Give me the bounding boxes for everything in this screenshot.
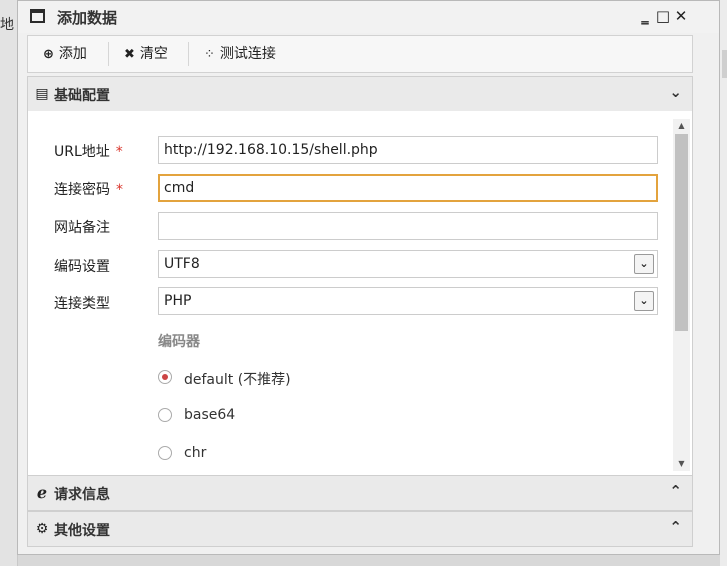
chevron-down-icon: ⌄	[669, 83, 682, 101]
ie-icon: ℯ	[36, 483, 48, 502]
spinner-icon: ⁘	[204, 47, 215, 62]
clear-button[interactable]: ✖ 清空	[124, 36, 168, 72]
chevron-down-icon[interactable]: ⌄	[634, 291, 654, 311]
background-text: 地	[0, 17, 14, 33]
chevron-up-icon: ⌃	[669, 518, 682, 536]
test-connection-button[interactable]: ⁘ 测试连接	[204, 36, 276, 72]
section-basic-config-header[interactable]: ▤ 基础配置 ⌄	[27, 76, 693, 112]
encoding-label: 编码设置	[54, 259, 110, 275]
encoder-option-label: default (不推荐)	[184, 372, 291, 388]
clear-button-label: 清空	[139, 46, 168, 62]
plus-circle-icon: ⊕	[43, 47, 54, 62]
scroll-up-icon[interactable]: ▲	[673, 119, 690, 133]
note-label: 网站备注	[54, 220, 110, 236]
test-connection-label: 测试连接	[219, 46, 276, 62]
encoding-value: UTF8	[164, 256, 200, 272]
chevron-down-icon[interactable]: ⌄	[634, 254, 654, 274]
minimize-button[interactable]: ‗	[636, 6, 654, 26]
encoding-select[interactable]: UTF8 ⌄	[158, 250, 658, 278]
add-button-label: 添加	[58, 46, 87, 62]
password-label: 连接密码 *	[54, 182, 123, 198]
type-label: 连接类型	[54, 296, 110, 312]
required-mark: *	[115, 144, 123, 160]
background-panel-right	[720, 0, 727, 566]
section-request-info-label: 请求信息	[54, 487, 110, 503]
basic-config-form: URL地址 * http://192.168.10.15/shell.php 连接…	[27, 111, 693, 475]
background-panel-left: 地	[0, 0, 18, 566]
add-data-dialog: 添加数据 ‗ □ ✕ ⊕ 添加 ✖ 清空 ⁘ 测试连接 ▤ 基础配置 ⌄ URL地址 *…	[17, 0, 720, 555]
section-basic-config-label: 基础配置	[54, 88, 110, 104]
radio-checked-icon[interactable]	[158, 370, 172, 384]
dialog-title: 添加数据	[57, 9, 118, 27]
toolbar-divider	[188, 42, 189, 66]
radio-unchecked-icon[interactable]	[158, 408, 172, 422]
radio-unchecked-icon[interactable]	[158, 446, 172, 460]
toolbar-divider	[108, 42, 109, 66]
section-other-settings-label: 其他设置	[54, 523, 110, 539]
chevron-up-icon: ⌃	[669, 482, 682, 500]
file-icon: ▤	[35, 86, 49, 102]
scrollbar-thumb[interactable]	[675, 134, 688, 331]
gears-icon: ⚙	[35, 521, 49, 537]
encoder-label: 编码器	[158, 334, 200, 350]
encoder-option-label: base64	[184, 407, 236, 423]
password-input[interactable]: cmd	[158, 174, 658, 202]
dialog-toolbar: ⊕ 添加 ✖ 清空 ⁘ 测试连接	[27, 35, 693, 73]
note-input[interactable]	[158, 212, 658, 240]
dialog-titlebar[interactable]: 添加数据 ‗ □ ✕	[18, 1, 719, 33]
window-icon	[30, 9, 45, 23]
maximize-button[interactable]: □	[654, 6, 672, 26]
add-button[interactable]: ⊕ 添加	[43, 36, 87, 72]
close-button[interactable]: ✕	[672, 6, 690, 26]
x-icon: ✖	[124, 47, 135, 62]
section-other-settings-header[interactable]: ⚙ 其他设置 ⌃	[27, 511, 693, 547]
scroll-down-icon[interactable]: ▼	[673, 457, 690, 471]
background-scrollbar	[722, 50, 727, 78]
required-mark: *	[116, 182, 123, 198]
url-input[interactable]: http://192.168.10.15/shell.php	[158, 136, 658, 164]
encoder-option-label: chr	[184, 445, 207, 461]
type-select[interactable]: PHP ⌄	[158, 287, 658, 315]
url-label: URL地址 *	[54, 144, 123, 160]
type-value: PHP	[164, 293, 192, 309]
form-scrollbar[interactable]: ▲ ▼	[673, 119, 690, 471]
section-request-info-header[interactable]: ℯ 请求信息 ⌃	[27, 475, 693, 511]
